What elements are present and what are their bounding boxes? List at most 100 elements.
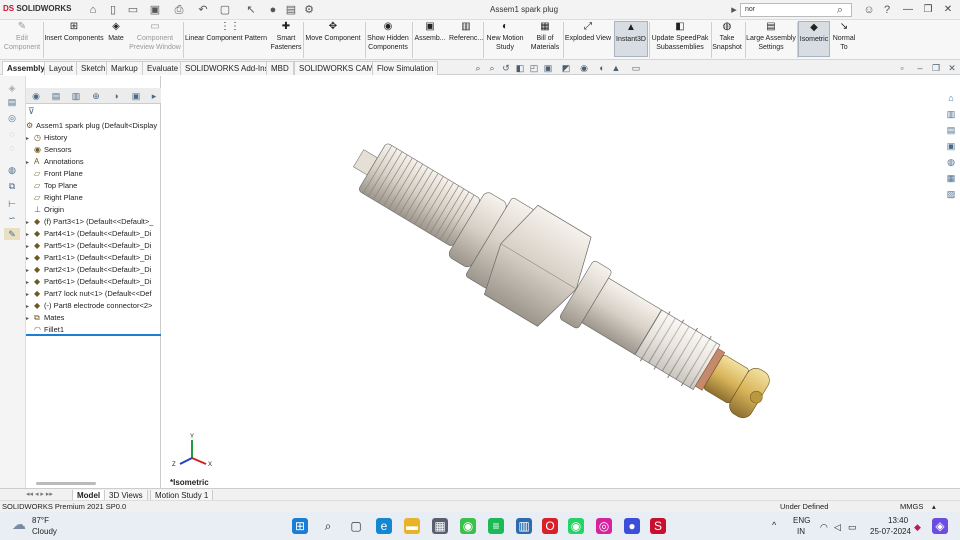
ribbon-button-update-speedpak[interactable]: ◧ Update SpeedPak Subassemblies <box>650 21 710 57</box>
close-button[interactable]: ✕ <box>940 3 956 17</box>
viewport-tile-icon[interactable]: ▫ <box>896 63 908 73</box>
expand-arrow-icon[interactable]: ▸ <box>26 277 34 288</box>
apply-scene-icon[interactable]: ▲ <box>610 63 622 73</box>
edge-icon[interactable]: e <box>376 518 392 534</box>
ribbon-button-isometric[interactable]: ◆ Isometric <box>798 21 830 57</box>
ribbon-button-edit-component[interactable]: ✎ Edit Component <box>2 21 42 57</box>
reference-tool-icon[interactable]: ⊢ <box>4 198 20 210</box>
tab-markup[interactable]: Markup <box>106 61 143 75</box>
start-icon[interactable]: ⊞ <box>292 518 308 534</box>
user-icon[interactable]: ☺ <box>862 3 876 17</box>
horizontal-scrollbar[interactable] <box>36 482 96 485</box>
tab-evaluate[interactable]: Evaluate <box>142 61 184 75</box>
notification-icon[interactable]: ◆ <box>914 522 921 533</box>
rollback-bar[interactable] <box>26 334 161 336</box>
appearance-tool-icon[interactable]: ◍ <box>4 164 20 176</box>
ribbon-button-move-component[interactable]: ✥ Move Component <box>304 21 362 57</box>
ribbon-button-new-motion-study[interactable]: ◐ New Motion Study <box>484 21 526 57</box>
weather-cloud-icon[interactable]: ☁ <box>12 516 26 533</box>
expand-arrow-icon[interactable]: ▸ <box>26 301 34 312</box>
appearances-icon[interactable]: ◍ <box>945 156 957 168</box>
filter-icon[interactable]: ⊽ <box>28 106 35 117</box>
tab-solidworks-add-ins[interactable]: SOLIDWORKS Add-Ins <box>180 61 274 75</box>
tab-layout[interactable]: Layout <box>44 61 79 75</box>
resources-icon[interactable]: ⌂ <box>945 92 957 104</box>
config-manager-tab-icon[interactable]: ▥ <box>68 90 84 102</box>
viewport-close-icon[interactable]: ✕ <box>946 63 958 73</box>
tab-mbd[interactable]: MBD <box>266 61 294 75</box>
tree-node[interactable]: ▸ ◆ Part1<1> (Default<<Default>_Di <box>26 252 161 264</box>
weather-desc[interactable]: Cloudy <box>32 527 57 536</box>
ribbon-button-take-snapshot[interactable]: ◍ Take Snapshot <box>712 21 742 57</box>
file-explorer-icon[interactable]: ▤ <box>945 124 957 136</box>
ribbon-button-mate[interactable]: ◈ Mate <box>106 21 126 57</box>
display-manager-tab-icon[interactable]: ◑ <box>108 90 124 102</box>
home-icon[interactable]: ⌂ <box>86 3 100 17</box>
whatsapp-2-icon[interactable]: ◉ <box>568 518 584 534</box>
view-palette-icon[interactable]: ▣ <box>945 140 957 152</box>
graphics-area[interactable]: Y X Z *Isometric <box>162 76 942 488</box>
dynamic-annotation-icon[interactable]: ◰ <box>528 63 540 73</box>
ribbon-button-show-hidden[interactable]: ◉ Show Hidden Components <box>366 21 410 57</box>
previous-view-icon[interactable]: ↺ <box>500 63 512 73</box>
units-dropdown-icon[interactable]: ▴ <box>932 501 936 512</box>
instagram-icon[interactable]: ◎ <box>596 518 612 534</box>
tree-node[interactable]: ⊥ Origin <box>26 204 161 216</box>
tree-root-assembly[interactable]: ⚙ Assem1 spark plug (Default<Display <box>26 120 161 132</box>
wifi-icon[interactable]: ◠ <box>820 522 828 533</box>
traffic-light-icon[interactable]: ● <box>266 3 280 17</box>
view-settings-icon[interactable]: ▭ <box>630 63 642 73</box>
tree-node[interactable]: ▸ A Annotations <box>26 156 161 168</box>
select-icon[interactable]: ↖ <box>244 3 258 17</box>
tree-node[interactable]: ▸ ◆ Part6<1> (Default<<Default>_Di <box>26 276 161 288</box>
custom-properties-icon[interactable]: ▦ <box>945 172 957 184</box>
weather-temp[interactable]: 87°F <box>32 516 49 525</box>
search-icon[interactable]: ⌕ <box>833 3 847 17</box>
ribbon-button-bill-of-materials[interactable]: ▦ Bill of Materials <box>528 21 562 57</box>
disabled-tool-icon[interactable]: ◌ <box>4 128 20 140</box>
tab-flow-simulation[interactable]: Flow Simulation <box>372 61 439 75</box>
hide-show-items-icon[interactable]: ◉ <box>578 63 590 73</box>
save-icon[interactable]: ▣ <box>148 3 162 17</box>
tab-scroll-icon[interactable]: ▸ <box>146 90 162 102</box>
tree-node[interactable]: ▱ Top Plane <box>26 180 161 192</box>
dimxpert-tab-icon[interactable]: ⊕ <box>88 90 104 102</box>
lang-region[interactable]: IN <box>797 527 805 536</box>
tab-assembly[interactable]: Assembly <box>2 61 50 75</box>
zoom-app-icon[interactable]: ● <box>624 518 640 534</box>
sketch-tool-icon[interactable]: ▤ <box>4 96 20 108</box>
expand-arrow-icon[interactable]: ▸ <box>26 133 34 144</box>
zoom-area-icon[interactable]: ⌕ <box>486 63 498 73</box>
task-view-icon[interactable]: ▢ <box>348 518 364 534</box>
curve-tool-icon[interactable]: ∽ <box>4 212 20 224</box>
tree-node[interactable]: ▸ ◆ Part4<1> (Default<<Default>_Di <box>26 228 161 240</box>
tray-chevron-icon[interactable]: ^ <box>772 520 776 530</box>
tree-node[interactable]: ▸ ◆ Part7 lock nut<1> (Default<<Def <box>26 288 161 300</box>
units-selector[interactable]: MMGS <box>900 501 923 512</box>
spotify-icon[interactable]: ≡ <box>488 518 504 534</box>
tree-node[interactable]: ▸ ◷ History <box>26 132 161 144</box>
opera-icon[interactable]: O <box>542 518 558 534</box>
viewport-restore-icon[interactable]: ❐ <box>930 63 942 73</box>
lang-code[interactable]: ENG <box>793 516 810 525</box>
edit-appearance-icon[interactable]: ◐ <box>596 63 608 73</box>
copilot-icon[interactable]: ◈ <box>932 518 948 534</box>
viewport-minimize-icon[interactable]: – <box>914 63 926 73</box>
expand-arrow-icon[interactable]: ▸ <box>26 157 34 168</box>
tab-solidworks-cam[interactable]: SOLIDWORKS CAM <box>294 61 379 75</box>
ribbon-button-component-preview[interactable]: ▭ Component Preview Window <box>128 21 182 57</box>
ribbon-button-reference-geometry[interactable]: ▥ Referenc... <box>449 21 483 57</box>
expand-arrow-icon[interactable]: ▸ <box>26 229 34 240</box>
property-manager-tab-icon[interactable]: ▤ <box>48 90 64 102</box>
clock-time[interactable]: 13:40 <box>888 516 908 525</box>
sketch-toggle-icon[interactable]: ✎ <box>4 228 20 240</box>
ribbon-button-large-assembly[interactable]: ▤ Large Assembly Settings <box>746 21 796 57</box>
expand-arrow-icon[interactable]: ▸ <box>26 313 34 324</box>
spark-plug-model[interactable] <box>162 76 942 488</box>
tree-node[interactable]: ▸ ⧉ Mates <box>26 312 161 324</box>
clock-date[interactable]: 25-07-2024 <box>870 527 911 536</box>
open-icon[interactable]: ▭ <box>126 3 140 17</box>
expand-arrow-icon[interactable]: ▸ <box>26 289 34 300</box>
feature-tree-tab-icon[interactable]: ◉ <box>28 90 44 102</box>
battery-icon[interactable]: ▭ <box>848 522 857 533</box>
